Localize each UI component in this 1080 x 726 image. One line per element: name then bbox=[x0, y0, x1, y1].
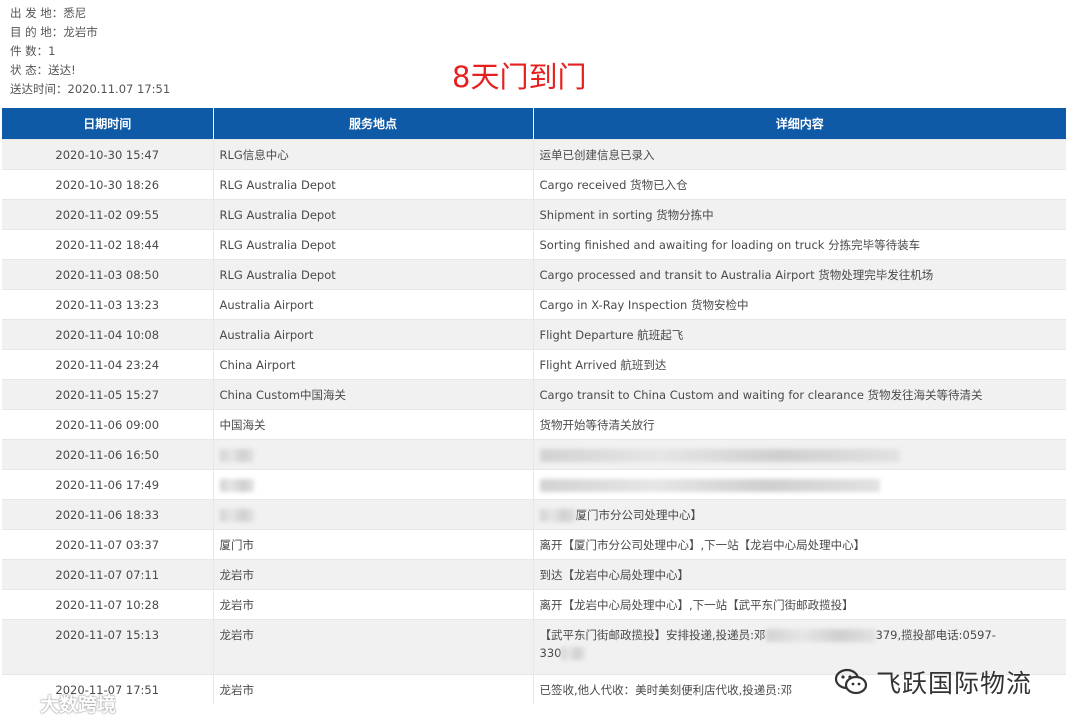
row-place: 中国海关 bbox=[213, 409, 534, 440]
row-time: 2020-11-06 17:49 bbox=[2, 469, 214, 500]
row-time: 2020-11-04 23:24 bbox=[2, 349, 214, 380]
row-place: RLG Australia Depot bbox=[213, 169, 534, 200]
row-time: 2020-10-30 18:26 bbox=[2, 169, 214, 200]
row-place: RLG信息中心 bbox=[213, 139, 534, 170]
wechat-icon bbox=[834, 668, 868, 695]
row-time: 2020-11-02 18:44 bbox=[2, 229, 214, 260]
row-place: China Airport bbox=[213, 349, 534, 380]
row-time: 2020-11-07 10:28 bbox=[2, 589, 214, 620]
row-place-redacted bbox=[213, 439, 534, 470]
table-row: 2020-11-07 10:28 龙岩市 离开【龙岩中心局处理中心】,下一站【武… bbox=[2, 589, 1066, 620]
row-detail: Flight Arrived 航班到达 bbox=[533, 349, 1066, 380]
row-place: 龙岩市 bbox=[213, 674, 534, 704]
row-place-redacted bbox=[213, 469, 534, 500]
row-time: 2020-10-30 15:47 bbox=[2, 139, 214, 170]
row-detail: Cargo processed and transit to Australia… bbox=[533, 259, 1066, 290]
table-row: 2020-11-05 15:27 China Custom中国海关 Cargo … bbox=[2, 379, 1066, 410]
redaction bbox=[219, 478, 254, 492]
headline: 8天门到门 bbox=[452, 60, 587, 94]
row-detail: Cargo transit to China Custom and waitin… bbox=[533, 379, 1066, 410]
table-row: 2020-11-04 23:24 China Airport Flight Ar… bbox=[2, 349, 1066, 380]
row-time: 2020-11-04 10:08 bbox=[2, 319, 214, 350]
row-detail-text-b: 379,揽投部电话:0597- bbox=[875, 628, 996, 642]
redaction bbox=[219, 508, 254, 522]
row-detail: Cargo received 货物已入仓 bbox=[533, 169, 1066, 200]
delivered-time-text: 送达时间：2020.11.07 17:51 bbox=[10, 82, 171, 96]
table-row: 2020-11-06 16:50 bbox=[2, 439, 1066, 470]
row-detail: 货物开始等待清关放行 bbox=[533, 409, 1066, 440]
redaction bbox=[765, 629, 876, 642]
row-place: Australia Airport bbox=[213, 289, 534, 320]
row-place: 厦门市 bbox=[213, 529, 534, 560]
row-time: 2020-11-03 08:50 bbox=[2, 259, 214, 290]
redaction bbox=[561, 647, 586, 660]
table-row: 2020-10-30 18:26 RLG Australia Depot Car… bbox=[2, 169, 1066, 200]
table-row: 2020-11-02 18:44 RLG Australia Depot Sor… bbox=[2, 229, 1066, 260]
watermark-left: 大数跨境 bbox=[6, 690, 116, 717]
row-detail-text: 厦门市分公司处理中心】 bbox=[575, 507, 703, 522]
table-row: 2020-11-07 03:37 厦门市 离开【厦门市分公司处理中心】,下一站【… bbox=[2, 529, 1066, 560]
redaction bbox=[539, 448, 900, 462]
status-text: 状 态：送达! bbox=[10, 63, 76, 77]
table-row: 2020-10-30 15:47 RLG信息中心 运单已创建信息已录入 bbox=[2, 139, 1066, 170]
shipment-info: 出 发 地：悉尼 目 的 地：龙岩市 件 数：1 状 态：送达! 送达时间：20… bbox=[10, 4, 170, 99]
redaction bbox=[539, 508, 576, 522]
row-detail-redacted bbox=[533, 439, 1066, 470]
header-details: 详细内容 bbox=[533, 108, 1066, 140]
destination-text: 目 的 地：龙岩市 bbox=[10, 25, 98, 39]
table-row: 2020-11-06 17:49 bbox=[2, 469, 1066, 500]
row-time: 2020-11-06 16:50 bbox=[2, 439, 214, 470]
row-detail: Cargo in X-Ray Inspection 货物安检中 bbox=[533, 289, 1066, 320]
row-place: RLG Australia Depot bbox=[213, 199, 534, 230]
brand-logo-icon bbox=[8, 696, 36, 711]
row-place: China Custom中国海关 bbox=[213, 379, 534, 410]
header-datetime: 日期时间 bbox=[2, 108, 214, 140]
row-time: 2020-11-02 09:55 bbox=[2, 199, 214, 230]
origin-text: 出 发 地：悉尼 bbox=[10, 6, 87, 20]
row-detail: Flight Departure 航班起飞 bbox=[533, 319, 1066, 350]
row-detail: 离开【龙岩中心局处理中心】,下一站【武平东门街邮政揽投】 bbox=[533, 589, 1066, 620]
table-row: 2020-11-04 10:08 Australia Airport Fligh… bbox=[2, 319, 1066, 350]
table-row: 2020-11-06 09:00 中国海关 货物开始等待清关放行 bbox=[2, 409, 1066, 440]
table-row: 2020-11-02 09:55 RLG Australia Depot Shi… bbox=[2, 199, 1066, 230]
row-detail-redacted bbox=[533, 469, 1066, 500]
table-row: 2020-11-03 08:50 RLG Australia Depot Car… bbox=[2, 259, 1066, 290]
row-time: 2020-11-03 13:23 bbox=[2, 289, 214, 320]
row-place: Australia Airport bbox=[213, 319, 534, 350]
row-detail-text-c: 330 bbox=[539, 646, 562, 660]
row-detail: 离开【厦门市分公司处理中心】,下一站【龙岩中心局处理中心】 bbox=[533, 529, 1066, 560]
tracking-table: 日期时间 服务地点 详细内容 2020-10-30 15:47 RLG信息中心 … bbox=[2, 108, 1066, 704]
row-detail: 到达【龙岩中心局处理中心】 bbox=[533, 559, 1066, 590]
row-place-redacted bbox=[213, 499, 534, 530]
row-time: 2020-11-05 15:27 bbox=[2, 379, 214, 410]
table-row: 2020-11-03 13:23 Australia Airport Cargo… bbox=[2, 289, 1066, 320]
watermark-right: 飞跃国际物流 bbox=[834, 664, 1032, 700]
row-detail-text-a: 【武平东门街邮政揽投】安排投递,投递员:邓 bbox=[539, 628, 766, 642]
row-time: 2020-11-07 07:11 bbox=[2, 559, 214, 590]
row-detail: 运单已创建信息已录入 bbox=[533, 139, 1066, 170]
row-time: 2020-11-07 15:13 bbox=[2, 619, 214, 675]
row-place: RLG Australia Depot bbox=[213, 259, 534, 290]
row-time: 2020-11-06 09:00 bbox=[2, 409, 214, 440]
row-time: 2020-11-07 03:37 bbox=[2, 529, 214, 560]
redaction bbox=[539, 478, 880, 492]
row-place: RLG Australia Depot bbox=[213, 229, 534, 260]
pieces-text: 件 数：1 bbox=[10, 44, 56, 58]
row-detail: Sorting finished and awaiting for loadin… bbox=[533, 229, 1066, 260]
header-location: 服务地点 bbox=[213, 108, 534, 140]
row-place: 龙岩市 bbox=[213, 559, 534, 590]
watermark-right-text: 飞跃国际物流 bbox=[876, 669, 1033, 698]
watermark-left-text: 大数跨境 bbox=[40, 694, 117, 716]
row-place: 龙岩市 bbox=[213, 589, 534, 620]
row-time: 2020-11-06 18:33 bbox=[2, 499, 214, 530]
row-detail: 厦门市分公司处理中心】 bbox=[533, 499, 1066, 530]
table-row: 2020-11-06 18:33 厦门市分公司处理中心】 bbox=[2, 499, 1066, 530]
table-header-row: 日期时间 服务地点 详细内容 bbox=[2, 108, 1066, 140]
table-row: 2020-11-07 07:11 龙岩市 到达【龙岩中心局处理中心】 bbox=[2, 559, 1066, 590]
row-detail: Shipment in sorting 货物分拣中 bbox=[533, 199, 1066, 230]
row-place: 龙岩市 bbox=[213, 619, 534, 675]
redaction bbox=[219, 448, 254, 462]
